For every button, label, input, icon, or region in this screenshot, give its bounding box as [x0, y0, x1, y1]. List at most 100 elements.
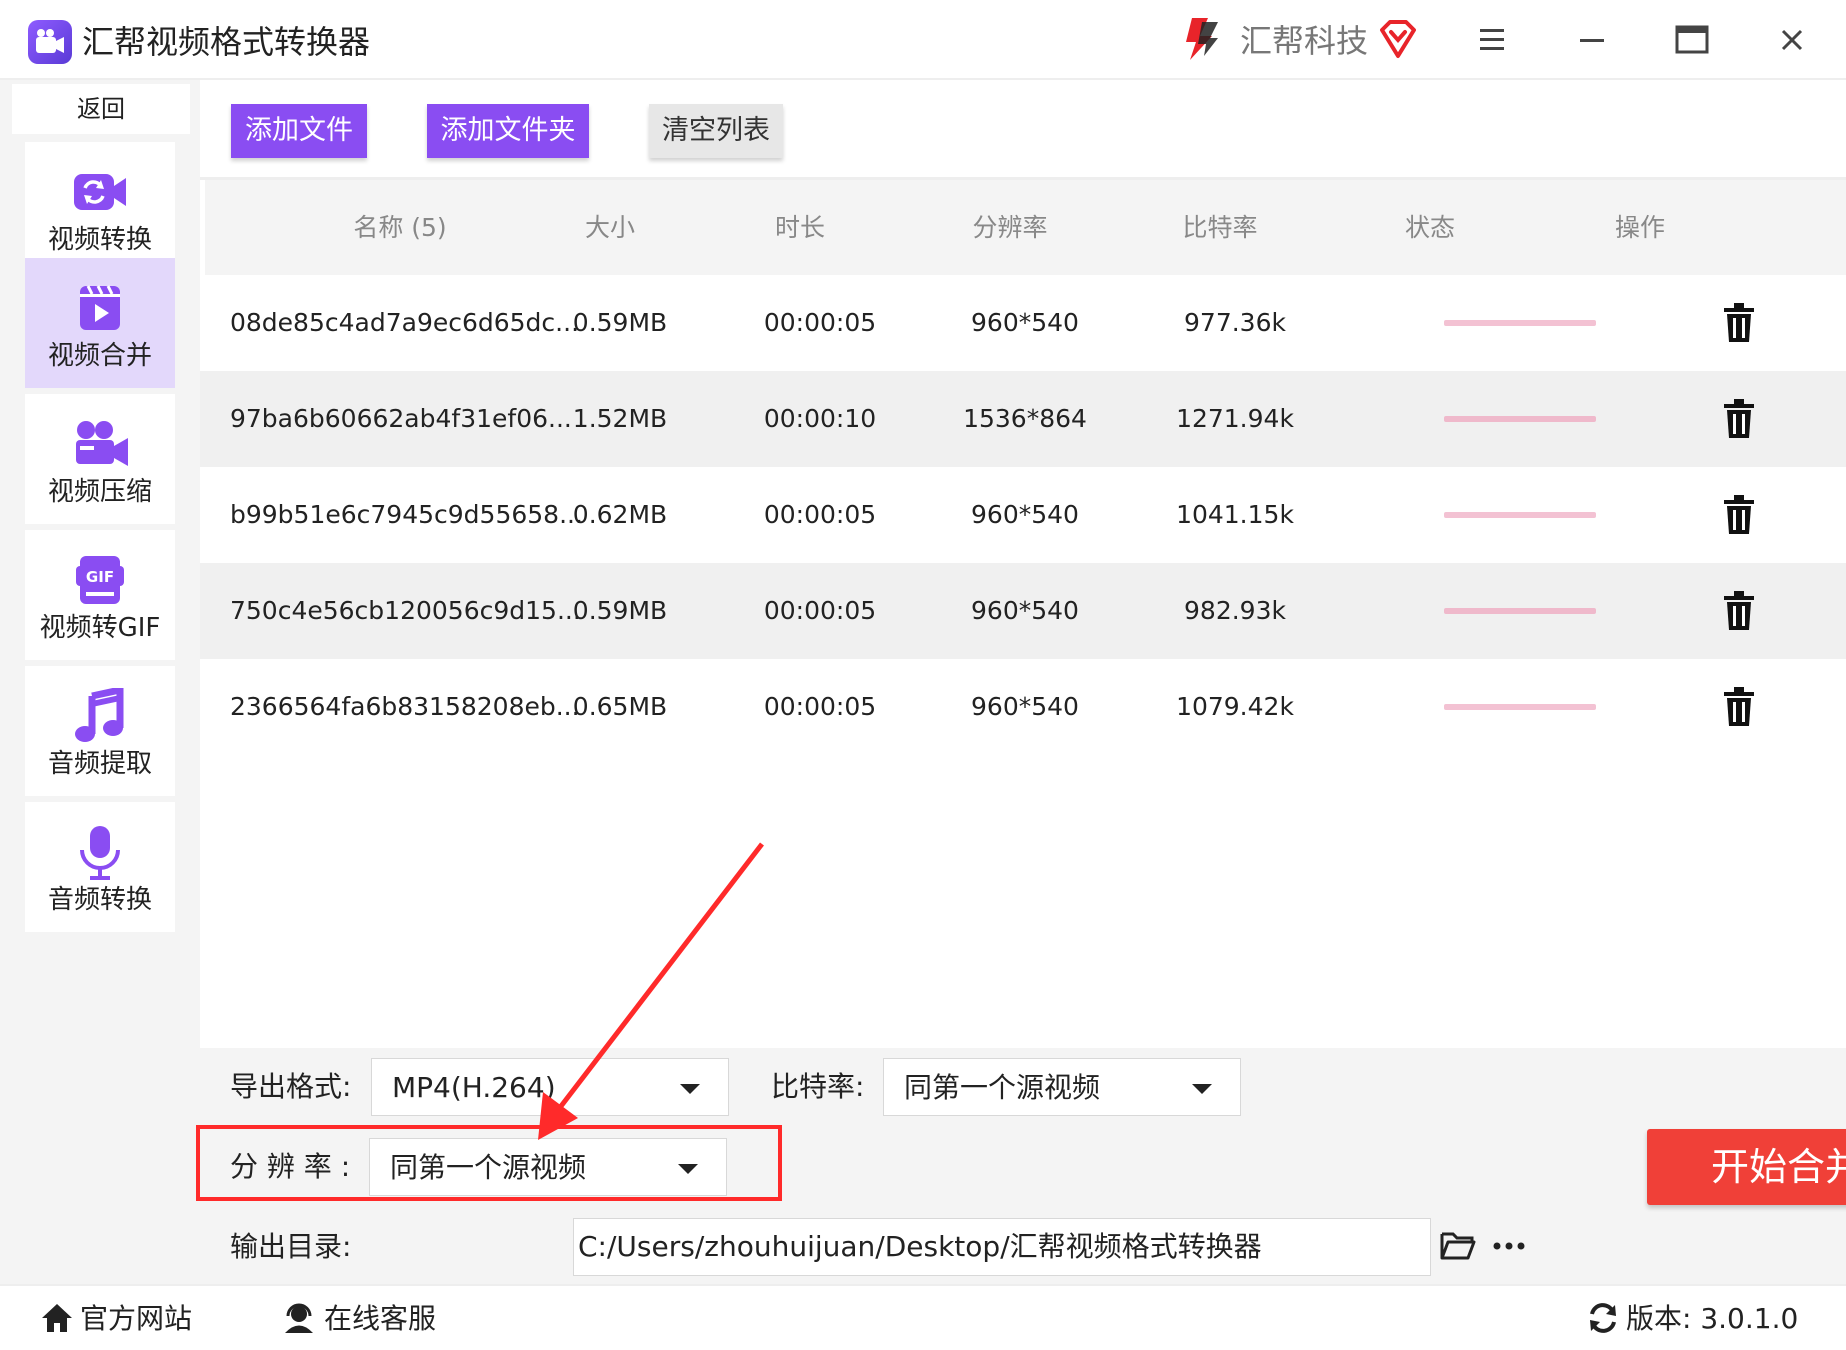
sidebar-item-label: 视频压缩 [47, 477, 152, 507]
sidebar-item-video-convert[interactable]: 视频转换 [25, 142, 175, 272]
column-header-resolution: 分辨率 [972, 213, 1048, 242]
file-name: 2366564fa6b83158208eb... [230, 692, 580, 721]
file-name: 750c4e56cb120056c9d15... [230, 596, 581, 625]
file-name: b99b51e6c7945c9d55658... [230, 500, 583, 529]
sidebar-item-label: 音频提取 [47, 749, 152, 779]
file-duration: 00:00:05 [763, 500, 877, 529]
start-merge-button[interactable]: 开始合并 [1647, 1129, 1846, 1205]
file-resolution: 960*540 [971, 692, 1079, 721]
file-duration: 00:00:05 [763, 692, 877, 721]
status-progress-bar [1444, 512, 1596, 518]
sidebar: 返回 视频转换 视频合并 视频压缩 GIF 视频转GIF 音频提取 音频转换 [0, 80, 200, 1284]
file-bitrate: 977.36k [1184, 308, 1286, 337]
sidebar-item-label: 音频转换 [47, 885, 152, 915]
video-merge-icon [80, 285, 120, 330]
table-row[interactable]: 97ba6b60662ab4f31ef06... 1.52MB 00:00:10… [200, 371, 1846, 467]
status-progress-bar [1444, 704, 1596, 710]
bitrate-select-value: 同第一个源视频 [904, 1071, 1101, 1104]
sidebar-item-video-compress[interactable]: 视频压缩 [25, 394, 175, 524]
customer-service-icon [285, 1303, 313, 1333]
trash-icon[interactable] [1722, 687, 1756, 727]
file-resolution: 960*540 [971, 500, 1079, 529]
column-header-size: 大小 [584, 213, 635, 242]
format-label: 导出格式: [230, 1070, 352, 1103]
table-row[interactable]: b99b51e6c7945c9d55658... 0.62MB 00:00:05… [200, 467, 1846, 563]
trash-icon[interactable] [1722, 399, 1756, 439]
file-size: 0.62MB [572, 500, 668, 529]
brand-name: 汇帮科技 [1240, 22, 1369, 60]
column-header-status: 状态 [1404, 213, 1455, 242]
sidebar-item-label: 视频合并 [47, 341, 152, 371]
sidebar-item-video-gif[interactable]: GIF 视频转GIF [25, 530, 175, 660]
online-support-label: 在线客服 [324, 1302, 437, 1335]
back-button[interactable]: 返回 [12, 84, 190, 134]
trash-icon[interactable] [1722, 303, 1756, 343]
column-header-action: 操作 [1614, 213, 1665, 242]
home-icon [42, 1304, 72, 1332]
official-website-link[interactable]: 官方网站 [40, 1298, 192, 1340]
close-icon[interactable] [1770, 18, 1814, 62]
gif-icon: GIF [76, 556, 124, 604]
file-resolution: 960*540 [971, 596, 1079, 625]
trash-icon[interactable] [1722, 495, 1756, 535]
music-note-icon [75, 688, 124, 742]
column-header-duration: 时长 [774, 213, 825, 242]
file-bitrate: 1041.15k [1176, 500, 1294, 529]
menu-icon[interactable] [1470, 18, 1514, 62]
trash-icon[interactable] [1722, 591, 1756, 631]
file-duration: 00:00:05 [763, 308, 877, 337]
add-file-button[interactable]: 添加文件 [231, 104, 367, 158]
sidebar-item-audio-extract[interactable]: 音频提取 [25, 666, 175, 796]
sidebar-item-label: 视频转换 [47, 225, 152, 255]
table-row[interactable]: 08de85c4ad7a9ec6d65dc... 0.59MB 00:00:05… [200, 275, 1846, 371]
video-camera-icon [76, 421, 128, 466]
add-folder-button[interactable]: 添加文件夹 [427, 104, 589, 158]
folder-open-icon[interactable] [1440, 1230, 1476, 1262]
sidebar-item-label: 视频转GIF [39, 613, 161, 643]
file-name: 97ba6b60662ab4f31ef06... [230, 404, 572, 433]
column-header-name: 名称 (5) [353, 213, 447, 242]
refresh-icon [1590, 1303, 1616, 1333]
file-size: 0.59MB [572, 308, 668, 337]
more-options-icon[interactable] [1492, 1240, 1526, 1252]
online-support-link[interactable]: 在线客服 [282, 1298, 436, 1340]
file-duration: 00:00:05 [763, 596, 877, 625]
maximize-icon[interactable] [1670, 18, 1714, 62]
status-progress-bar [1444, 416, 1596, 422]
vip-diamond-icon[interactable] [1378, 20, 1418, 60]
sidebar-item-audio-convert[interactable]: 音频转换 [25, 802, 175, 932]
output-dir-label: 输出目录: [230, 1230, 352, 1263]
minimize-icon[interactable] [1570, 18, 1614, 62]
toolbar: 添加文件 添加文件夹 清空列表 [200, 80, 1846, 180]
official-website-label: 官方网站 [80, 1302, 193, 1335]
table-header: 名称 (5) 大小 时长 分辨率 比特率 状态 操作 [205, 180, 1846, 275]
bitrate-select[interactable]: 同第一个源视频 [883, 1058, 1241, 1116]
brand-logo-icon [1186, 18, 1218, 60]
format-select-value: MP4(H.264) [392, 1071, 556, 1104]
microphone-icon [80, 826, 120, 880]
bitrate-label: 比特率: [771, 1070, 865, 1103]
output-path-input[interactable]: C:/Users/zhouhuijuan/Desktop/汇帮视频格式转换器 [573, 1218, 1431, 1276]
annotation-highlight-box [196, 1125, 782, 1201]
file-bitrate: 1271.94k [1176, 404, 1294, 433]
app-logo-icon [28, 20, 72, 64]
sidebar-item-video-merge[interactable]: 视频合并 [25, 258, 175, 388]
file-duration: 00:00:10 [763, 404, 877, 433]
chevron-down-icon [680, 1084, 700, 1094]
table-row[interactable]: 2366564fa6b83158208eb... 0.65MB 00:00:05… [200, 659, 1846, 755]
version-info[interactable]: 版本: 3.0.1.0 [1586, 1298, 1798, 1340]
file-resolution: 1536*864 [963, 404, 1087, 433]
status-progress-bar [1444, 320, 1596, 326]
file-resolution: 960*540 [971, 308, 1079, 337]
clear-list-button[interactable]: 清空列表 [649, 104, 783, 158]
status-progress-bar [1444, 608, 1596, 614]
version-label: 版本: 3.0.1.0 [1626, 1302, 1799, 1335]
file-size: 0.65MB [572, 692, 668, 721]
file-bitrate: 1079.42k [1176, 692, 1294, 721]
file-size: 1.52MB [572, 404, 668, 433]
file-size: 0.59MB [572, 596, 668, 625]
file-table: 名称 (5) 大小 时长 分辨率 比特率 状态 操作 08de85c4ad7a9… [200, 180, 1846, 1048]
chevron-down-icon [1192, 1084, 1212, 1094]
table-row[interactable]: 750c4e56cb120056c9d15... 0.59MB 00:00:05… [200, 563, 1846, 659]
format-select[interactable]: MP4(H.264) [371, 1058, 729, 1116]
